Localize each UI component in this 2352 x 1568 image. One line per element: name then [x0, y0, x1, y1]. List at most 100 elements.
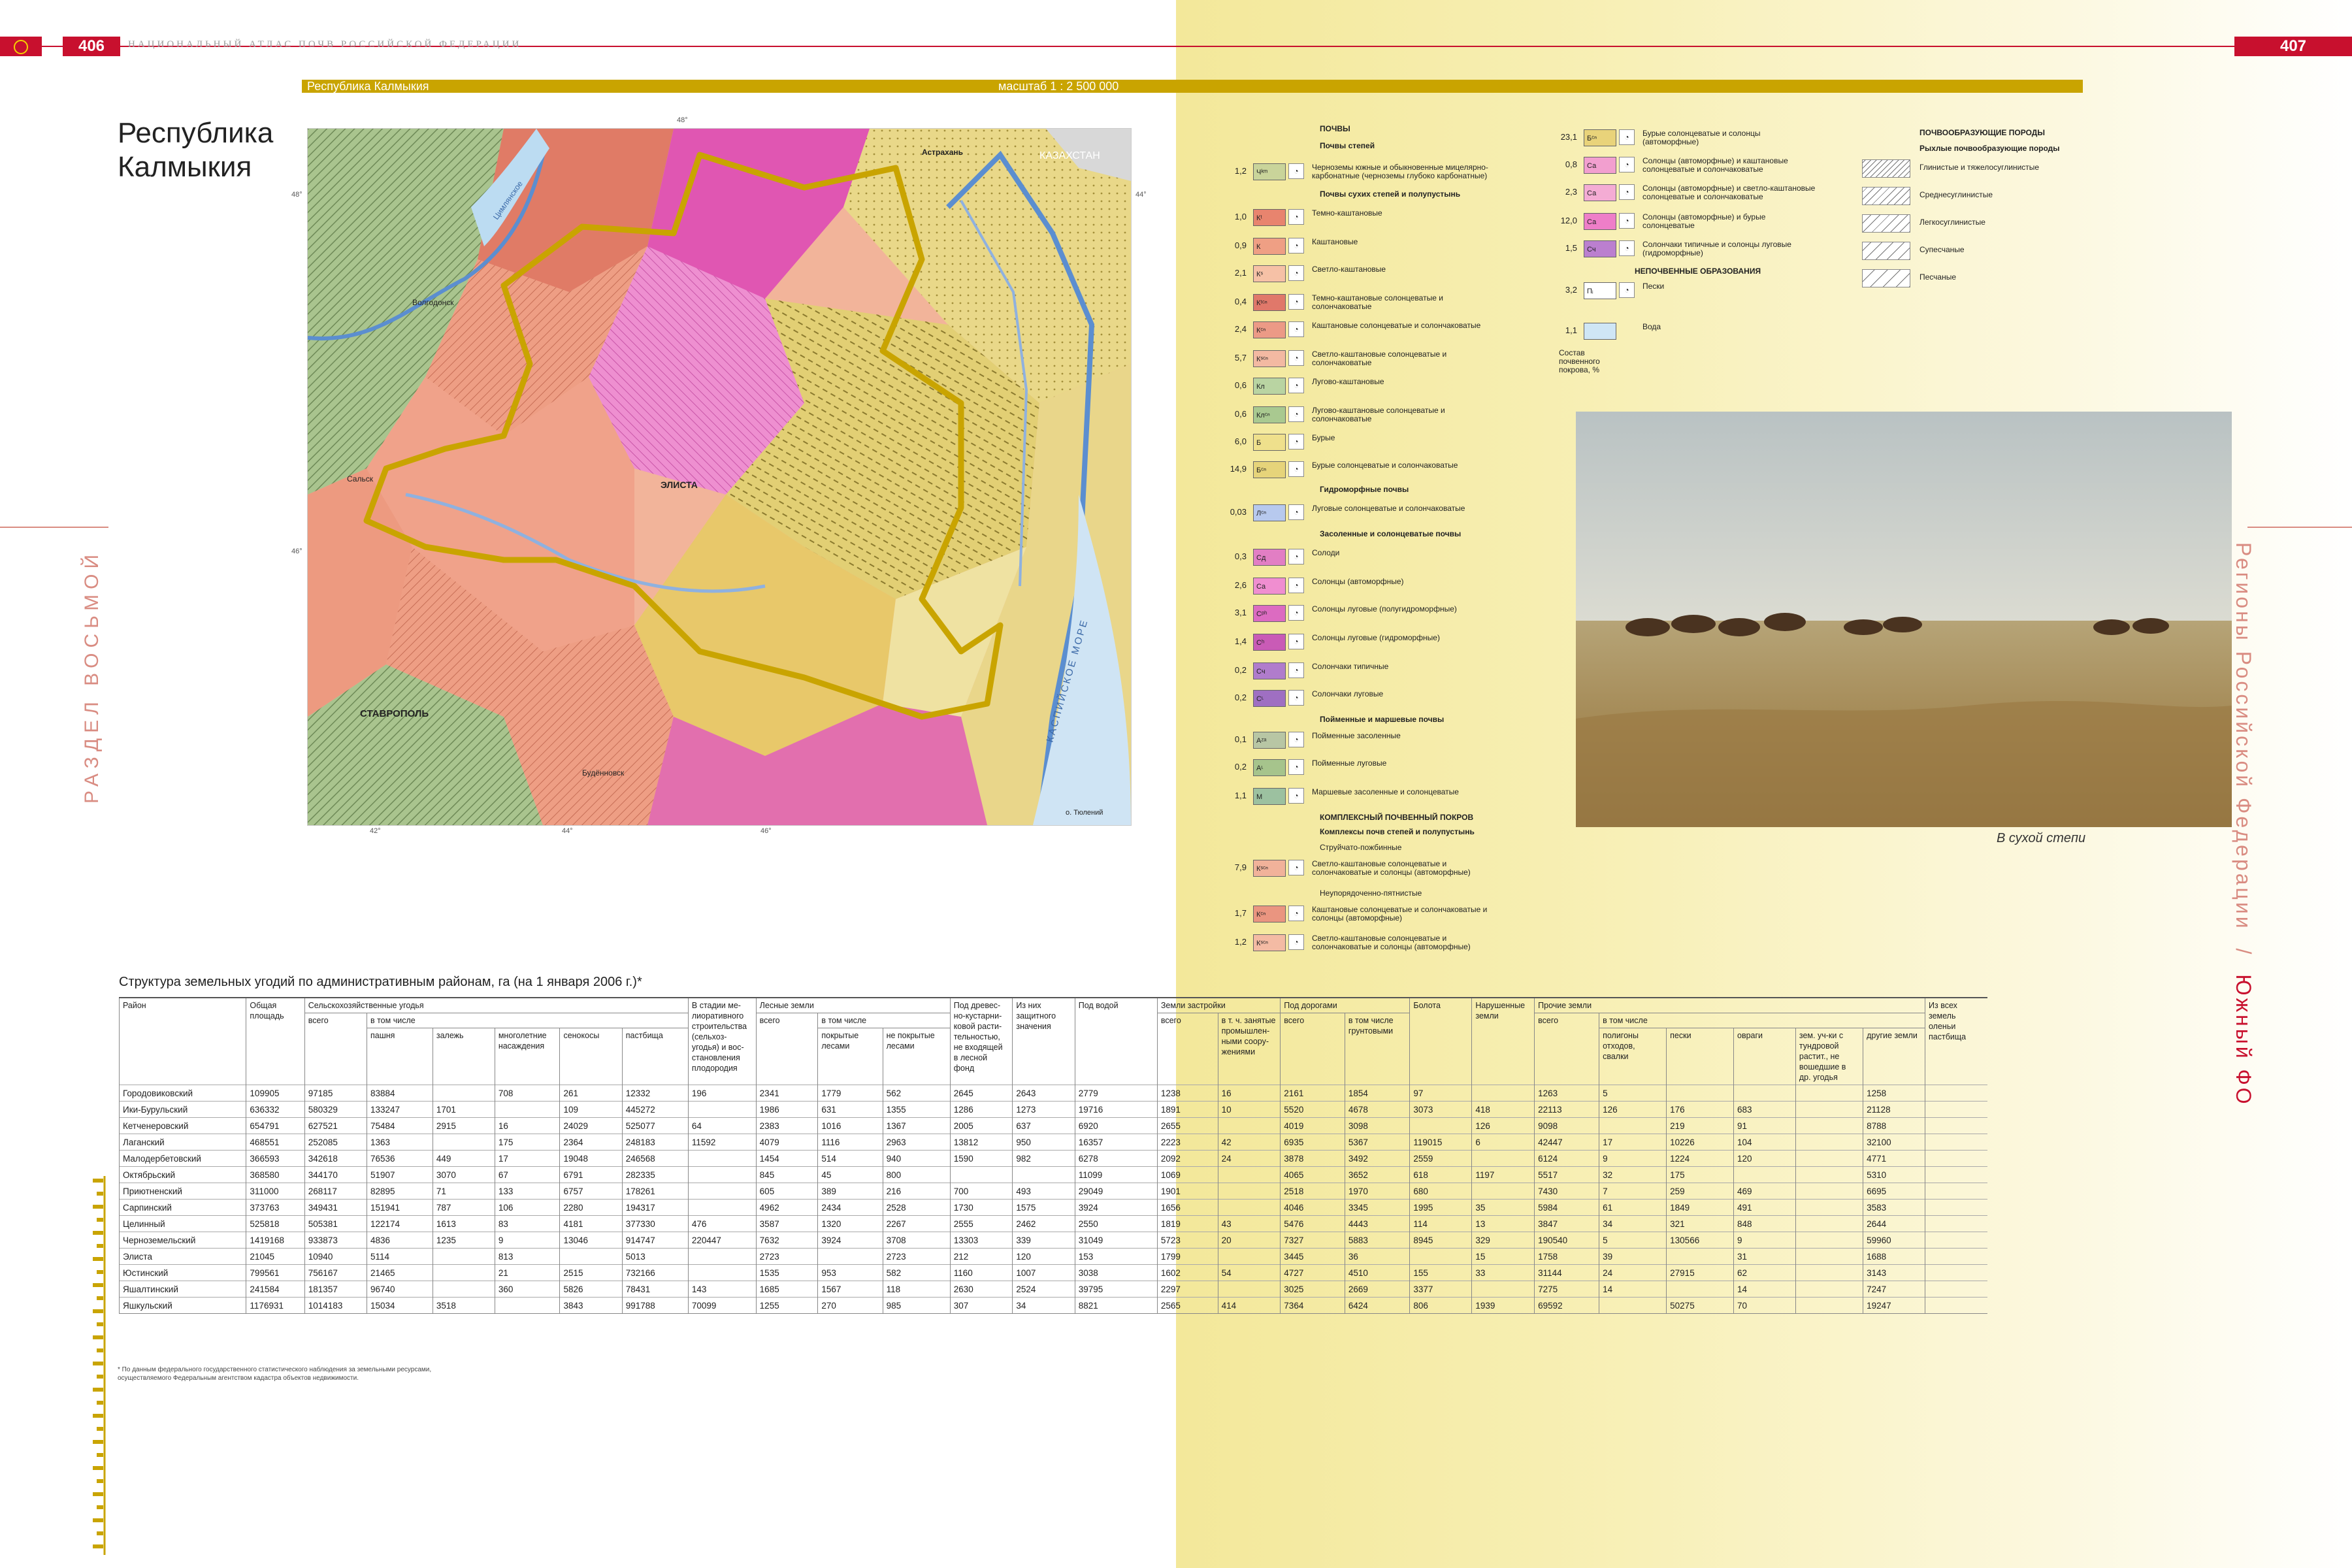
table-cell: 17 [494, 1150, 560, 1167]
table-cell: 6278 [1074, 1150, 1158, 1167]
table-cell [432, 1134, 495, 1151]
soil-legend-label: Бурые солонцеватые и солончаковатые [1312, 461, 1458, 470]
rock-legend-swatch [1862, 242, 1910, 260]
table-cell: 311000 [246, 1183, 305, 1200]
soil-profile-icon: ◔ [1619, 213, 1635, 229]
table-cell: 1255 [755, 1297, 818, 1314]
soil-legend-percent: 0,3 [1234, 551, 1247, 561]
table-cell [1599, 1117, 1667, 1134]
table-cell: 953 [817, 1264, 883, 1281]
complex-legend-label: Вода [1642, 322, 1661, 331]
table-cell [1795, 1281, 1863, 1298]
soil-legend-item: 2,1 Кˢ ◔ Светло-каштановые [1184, 264, 1511, 284]
table-cell [1217, 1183, 1281, 1200]
th-built-total: всего [1156, 1013, 1218, 1085]
complex-legend-label: Бурые солонцеватые и солонцы (автоморфны… [1642, 129, 1761, 146]
land-use-table: Район Общая площадь Сельскохозяйственные… [118, 997, 1987, 1314]
table-cell: 10 [1217, 1101, 1281, 1118]
soil-profile-icon: ◔ [1288, 605, 1304, 621]
soil-legend-label: Бурые [1312, 433, 1335, 442]
table-cell: 196 [687, 1085, 757, 1102]
table-cell: 50275 [1666, 1297, 1734, 1314]
table-cell: 32 [1599, 1166, 1667, 1183]
soil-legend-swatch: Кˢᶜⁿ [1253, 860, 1286, 877]
table-cell: 991788 [621, 1297, 689, 1314]
table-cell: 1535 [755, 1264, 818, 1281]
table-cell: 1849 [1666, 1199, 1734, 1216]
table-cell: 491 [1733, 1199, 1796, 1216]
complex-legend-item: 1,5 Сч ◔ Солончаки типичные и солонцы лугов… [1514, 239, 1841, 259]
table-cell: 787 [432, 1199, 495, 1216]
table-cell: 525818 [246, 1215, 305, 1232]
table-cell: 933873 [304, 1232, 367, 1249]
table-cell [687, 1199, 757, 1216]
soil-legend-swatch: Клᶜⁿ [1253, 406, 1286, 423]
table-cell [1409, 1248, 1472, 1265]
table-cell: 3445 [1280, 1248, 1345, 1265]
table-cell [687, 1166, 757, 1183]
table-cell: 5826 [559, 1281, 623, 1298]
table-cell: 216 [882, 1183, 951, 1200]
table-cell: 106 [494, 1199, 560, 1216]
table-cell: 1263 [1534, 1085, 1599, 1102]
table-cell: 97185 [304, 1085, 367, 1102]
soil-legend-label: Луговые солонцеватые и солончаковатые [1312, 504, 1465, 513]
soil-profile-icon: ◔ [1288, 504, 1304, 520]
table-cell: 109 [559, 1101, 623, 1118]
soil-profile-icon: ◔ [1288, 732, 1304, 747]
table-footnote: * По данным федерального государственног… [118, 1366, 432, 1382]
soil-legend-item: 0,03 Лᶜⁿ ◔ Луговые солонцеватые и солончако… [1184, 503, 1511, 523]
table-cell: 10226 [1666, 1134, 1734, 1151]
table-cell: 5476 [1280, 1215, 1345, 1232]
table-cell: 418 [1471, 1101, 1535, 1118]
soil-profile-icon: ◔ [1288, 294, 1304, 310]
table-cell [687, 1101, 757, 1118]
table-cell: 1224 [1666, 1150, 1734, 1167]
soil-legend-item: 1,2 Кˢᶜⁿ ◔ Светло-каштановые солонцеватые и… [1184, 933, 1511, 953]
soil-legend-item: 14,9 Бᶜⁿ ◔ Бурые солонцеватые и солончакова… [1184, 460, 1511, 480]
complex-legend-item: 3,2 Пᵢ ◔ Пески [1514, 281, 1841, 301]
th-forest-of-which: в том числе [817, 1013, 951, 1028]
table-cell: 13303 [949, 1232, 1013, 1249]
table-cell: 469 [1733, 1183, 1796, 1200]
table-cell [1925, 1085, 1987, 1102]
soil-legend-percent: 1,7 [1234, 908, 1247, 918]
table-cell: 2550 [1074, 1215, 1158, 1232]
table-row: Октябрьский 368580 344170 51907 3070 67 6791 28… [118, 1166, 1987, 1183]
table-cell: 366593 [246, 1150, 305, 1167]
table-cell: 683 [1733, 1101, 1796, 1118]
soil-legend-percent: 6,0 [1234, 436, 1247, 446]
soil-legend-label: Светло-каштановые солонцеватые и солонча… [1312, 859, 1471, 877]
table-cell: 29049 [1074, 1183, 1158, 1200]
map-lon-3: 46° [760, 827, 772, 835]
soil-legend-swatch: Аᶫ [1253, 759, 1286, 776]
rock-legend-label: Супесчаные [1919, 245, 1965, 254]
map-lat-2: 46° [291, 547, 302, 555]
table-cell: 1730 [949, 1199, 1013, 1216]
table-cell: 109905 [246, 1085, 305, 1102]
soil-legend-label: Светло-каштановые солонцеватые и солонча… [1312, 934, 1471, 951]
table-cell: 1160 [949, 1264, 1013, 1281]
soil-legend-percent: 2,4 [1234, 324, 1247, 334]
soil-legend-percent: 1,4 [1234, 636, 1247, 646]
soil-legend-percent: 2,1 [1234, 268, 1247, 278]
table-cell: 7275 [1534, 1281, 1599, 1298]
table-cell [1012, 1166, 1075, 1183]
soil-legend-label: Каштановые солонцеватые и солончаковатые [1312, 321, 1481, 330]
table-cell [1795, 1248, 1863, 1265]
soil-legend-item: 1,0 Кᵗ ◔ Темно-каштановые [1184, 208, 1511, 227]
page-number-right: 407 [2234, 37, 2352, 56]
table-cell: 21128 [1863, 1101, 1925, 1118]
soil-legend-swatch: Кˢ [1253, 265, 1286, 282]
table-cell: 2669 [1344, 1281, 1410, 1298]
complex-legend-swatch: Бᶜⁿ [1584, 129, 1616, 146]
table-cell: 12332 [621, 1085, 689, 1102]
soil-legend-item: 5,7 Кˢᶜⁿ ◔ Светло-каштановые солонцеватые и… [1184, 349, 1511, 368]
table-cell: 4046 [1280, 1199, 1345, 1216]
table-cell: 605 [755, 1183, 818, 1200]
table-body: Городовиковский 109905 97185 83884 708 261 123… [118, 1085, 1987, 1314]
table-row: Сарпинский 373763 349431 151941 787 106 2280 19… [118, 1199, 1987, 1216]
table-cell: 505381 [304, 1215, 367, 1232]
table-cell: 307 [949, 1297, 1013, 1314]
table-cell: 71 [432, 1183, 495, 1200]
